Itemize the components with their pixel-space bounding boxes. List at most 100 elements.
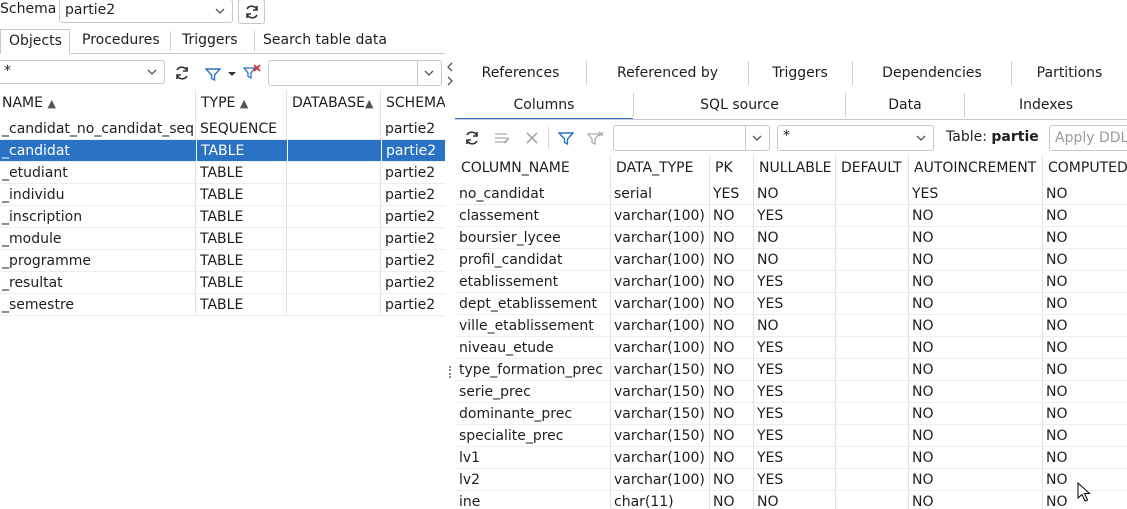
cell-autoincrement: NO bbox=[912, 384, 934, 400]
tab-partitions[interactable]: Partitions bbox=[1011, 61, 1127, 85]
table-row[interactable]: _inscription TABLE partie2 bbox=[0, 206, 445, 228]
sort-ascending-icon: ▲ bbox=[47, 97, 56, 110]
cell-type: TABLE bbox=[200, 165, 244, 181]
tab-columns[interactable]: Columns bbox=[455, 93, 633, 120]
table-row[interactable]: etablissement varchar(100) NO YES NO NO bbox=[455, 271, 1127, 293]
table-row[interactable]: specialite_prec varchar(150) NO YES NO NO bbox=[455, 425, 1127, 447]
cell-data-type: varchar(100) bbox=[614, 450, 705, 466]
table-row[interactable]: lv2 varchar(100) NO YES NO NO bbox=[455, 469, 1127, 491]
cell-schema: partie2 bbox=[385, 165, 436, 181]
table-row[interactable]: type_formation_prec varchar(150) NO YES NO NO bbox=[455, 359, 1127, 381]
refresh-columns-button[interactable] bbox=[462, 128, 482, 148]
table-row[interactable]: dominante_prec varchar(150) NO YES NO NO bbox=[455, 403, 1127, 425]
table-name-label: Table: partie bbox=[946, 129, 1039, 145]
edit-column-button[interactable] bbox=[492, 128, 512, 148]
cell-autoincrement: NO bbox=[912, 274, 934, 290]
cell-type: TABLE bbox=[200, 231, 244, 247]
object-search-input[interactable] bbox=[268, 60, 442, 86]
table-row[interactable]: lv1 varchar(100) NO YES NO NO bbox=[455, 447, 1127, 469]
cell-nullable: YES bbox=[757, 472, 784, 488]
cell-database bbox=[287, 140, 380, 162]
cell-computed: NO bbox=[1046, 208, 1068, 224]
cell-data-type: varchar(150) bbox=[614, 406, 705, 422]
cell-autoincrement: NO bbox=[912, 472, 934, 488]
table-row[interactable]: dept_etablissement varchar(100) NO YES NO NO bbox=[455, 293, 1127, 315]
cell-data-type: varchar(100) bbox=[614, 252, 705, 268]
cell-pk: NO bbox=[713, 318, 735, 334]
table-row[interactable]: serie_prec varchar(150) NO YES NO NO bbox=[455, 381, 1127, 403]
table-row[interactable]: _programme TABLE partie2 bbox=[0, 250, 445, 272]
collapse-left-icon[interactable] bbox=[445, 61, 455, 73]
tab-indexes[interactable]: Indexes bbox=[964, 93, 1127, 117]
clear-columns-filter-button[interactable] bbox=[586, 128, 606, 148]
column-header-type[interactable]: TYPE ▲ bbox=[201, 90, 287, 117]
column-header-data-type[interactable]: DATA_TYPE bbox=[616, 155, 709, 181]
table-row[interactable]: _module TABLE partie2 bbox=[0, 228, 445, 250]
column-header-default[interactable]: DEFAULT bbox=[841, 155, 908, 181]
table-row[interactable]: _candidat TABLE partie2 bbox=[0, 140, 445, 162]
tab-sql-source[interactable]: SQL source bbox=[633, 93, 845, 117]
column-header-database[interactable]: DATABASE▲ bbox=[292, 90, 380, 117]
column-header-computed[interactable]: COMPUTED bbox=[1048, 155, 1127, 181]
tab-search-table-data[interactable]: Search table data bbox=[255, 29, 395, 54]
filter-menu-button[interactable] bbox=[203, 64, 239, 84]
table-row[interactable]: niveau_etude varchar(100) NO YES NO NO bbox=[455, 337, 1127, 359]
tab-referenced-by[interactable]: Referenced by bbox=[586, 61, 748, 85]
splitter-grip[interactable] bbox=[449, 366, 451, 378]
refresh-schema-button[interactable] bbox=[238, 0, 265, 24]
refresh-objects-button[interactable] bbox=[172, 63, 192, 83]
tab-triggers[interactable]: Triggers bbox=[748, 61, 851, 85]
object-filter-select[interactable]: * bbox=[0, 60, 165, 84]
clear-filter-button[interactable] bbox=[242, 62, 262, 82]
table-row[interactable]: no_candidat serial YES NO YES NO bbox=[455, 183, 1127, 205]
columns-filter-input[interactable] bbox=[613, 125, 770, 151]
table-row[interactable]: _semestre TABLE partie2 bbox=[0, 294, 445, 316]
cell-autoincrement: NO bbox=[912, 230, 934, 246]
tab-procedures[interactable]: Procedures bbox=[74, 29, 168, 54]
cell-autoincrement: NO bbox=[912, 318, 934, 334]
column-header-nullable[interactable]: NULLABLE bbox=[759, 155, 835, 181]
cell-column-name: etablissement bbox=[459, 274, 559, 290]
cell-computed: NO bbox=[1046, 296, 1068, 312]
cell-pk: NO bbox=[713, 450, 735, 466]
table-row[interactable]: ine char(11) NO NO NO NO bbox=[455, 491, 1127, 509]
column-header-schema[interactable]: SCHEMA bbox=[386, 90, 445, 116]
cell-computed: NO bbox=[1046, 428, 1068, 444]
column-header-column-name[interactable]: COLUMN_NAME bbox=[461, 155, 610, 181]
table-row[interactable]: _etudiant TABLE partie2 bbox=[0, 162, 445, 184]
cell-database bbox=[287, 272, 380, 294]
combo-divider bbox=[417, 61, 418, 85]
cell-type: TABLE bbox=[200, 187, 244, 203]
table-row[interactable]: _candidat_no_candidat_seq SEQUENCE partie2 bbox=[0, 118, 445, 140]
cell-autoincrement: NO bbox=[912, 296, 934, 312]
cell-name: _etudiant bbox=[2, 165, 68, 181]
cell-computed: NO bbox=[1046, 450, 1068, 466]
delete-column-button[interactable] bbox=[522, 128, 542, 148]
tab-data[interactable]: Data bbox=[845, 93, 964, 117]
table-row[interactable]: classement varchar(100) NO YES NO NO bbox=[455, 205, 1127, 227]
toolbar-divider bbox=[548, 127, 549, 149]
columns-pattern-select[interactable]: * bbox=[777, 125, 934, 151]
table-row[interactable]: boursier_lycee varchar(100) NO NO NO NO bbox=[455, 227, 1127, 249]
cell-nullable: NO bbox=[757, 318, 779, 334]
apply-ddl-button[interactable]: Apply DDL bbox=[1049, 125, 1127, 151]
filter-columns-button[interactable] bbox=[556, 128, 576, 148]
table-row[interactable]: _resultat TABLE partie2 bbox=[0, 272, 445, 294]
table-row[interactable]: _individu TABLE partie2 bbox=[0, 184, 445, 206]
tab-objects[interactable]: Objects bbox=[0, 29, 70, 54]
expand-right-icon[interactable] bbox=[445, 75, 455, 87]
cell-pk: NO bbox=[713, 208, 735, 224]
cell-pk: NO bbox=[713, 406, 735, 422]
cell-computed: NO bbox=[1046, 274, 1068, 290]
column-header-name[interactable]: NAME ▲ bbox=[2, 90, 192, 117]
table-row[interactable]: ville_etablissement varchar(100) NO NO NO NO bbox=[455, 315, 1127, 337]
tab-references[interactable]: References bbox=[455, 61, 586, 85]
table-row[interactable]: profil_candidat varchar(100) NO NO NO NO bbox=[455, 249, 1127, 271]
tab-triggers[interactable]: Triggers bbox=[174, 29, 246, 54]
column-header-pk[interactable]: PK bbox=[715, 155, 753, 181]
tab-dependencies[interactable]: Dependencies bbox=[852, 61, 1011, 85]
cell-schema: partie2 bbox=[385, 253, 436, 269]
cell-nullable: YES bbox=[757, 450, 784, 466]
schema-select[interactable]: partie2 bbox=[59, 0, 233, 23]
column-header-autoincrement[interactable]: AUTOINCREMENT bbox=[914, 155, 1042, 181]
